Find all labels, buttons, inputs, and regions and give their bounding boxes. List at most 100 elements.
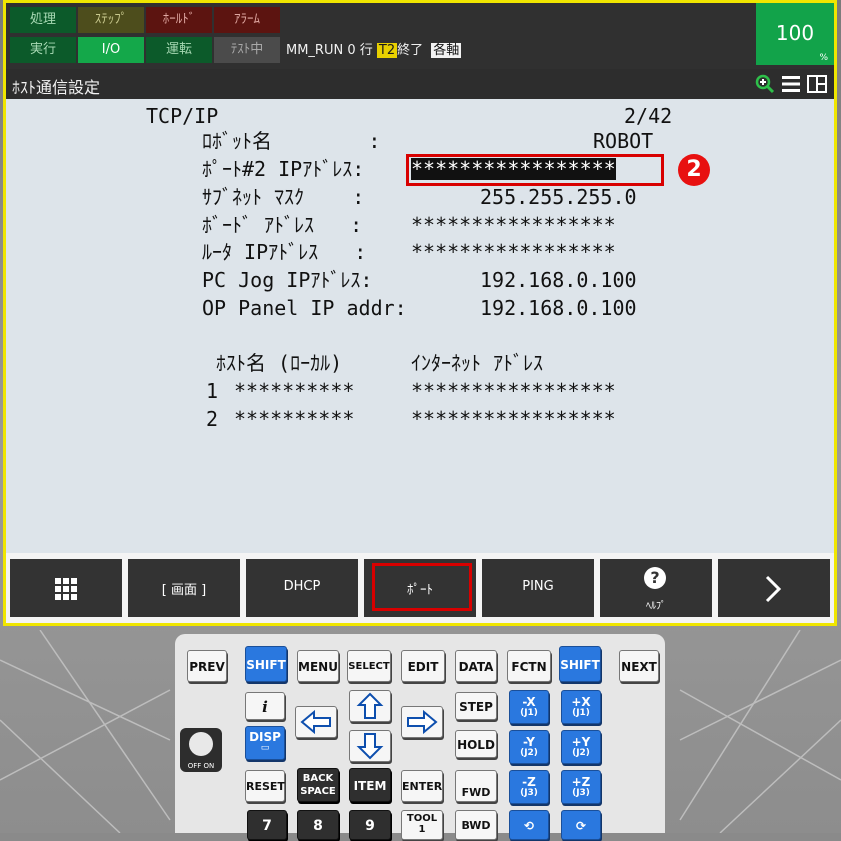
tool-number: 1 xyxy=(418,824,426,835)
jog-plus-x-key[interactable]: +X (J1) xyxy=(561,690,601,724)
tool-1-key[interactable]: TOOL 1 xyxy=(401,810,443,840)
numpad-7-key[interactable]: 7 xyxy=(247,810,287,840)
fkey-screen[interactable]: [ 画面 ] xyxy=(128,559,240,617)
host-row-address[interactable]: ***************** xyxy=(411,380,616,402)
reset-key[interactable]: RESET xyxy=(245,770,285,802)
jog-minus-x-label: -X xyxy=(522,695,536,709)
title-icons xyxy=(754,73,828,95)
fkey-next-page[interactable] xyxy=(718,559,830,617)
coord-system: 各軸 xyxy=(431,43,462,58)
zoom-in-icon[interactable] xyxy=(754,73,776,95)
shift-key-right[interactable]: SHIFT xyxy=(559,646,601,682)
status-hold: ﾎｰﾙﾄﾞ xyxy=(146,7,212,33)
fkey-app-menu[interactable] xyxy=(10,559,122,617)
host-row-name[interactable]: ********** xyxy=(234,408,354,430)
program-state: 終了 xyxy=(397,43,424,58)
split-window-icon: ▭ xyxy=(260,743,270,753)
status-step: ｽﾃｯﾌﾟ xyxy=(78,7,144,33)
status-fault: ｱﾗｰﾑ xyxy=(214,7,280,33)
jog-j2-label: (J2) xyxy=(572,748,590,758)
fkey-dhcp[interactable]: DHCP xyxy=(246,559,358,617)
teach-pendant-enable-switch[interactable]: OFF ON xyxy=(180,728,222,772)
data-key[interactable]: DATA xyxy=(455,650,497,682)
bwd-key[interactable]: BWD xyxy=(455,810,497,840)
up-arrow-key[interactable] xyxy=(349,690,391,722)
shift-key-left[interactable]: SHIFT xyxy=(245,646,287,682)
fkey-help-label: ﾍﾙﾌﾟ xyxy=(646,601,666,612)
jog-minus-rx-key[interactable]: ⟲ xyxy=(509,810,549,840)
jog-j3-label: (J3) xyxy=(520,788,538,798)
right-arrow-key[interactable] xyxy=(401,706,443,738)
prev-key[interactable]: PREV xyxy=(187,650,227,682)
step-key[interactable]: STEP xyxy=(455,692,497,720)
fwd-label: FWD xyxy=(461,786,491,799)
jog-j1-label: (J1) xyxy=(572,708,590,718)
down-arrow-key[interactable] xyxy=(349,730,391,762)
field-value-board-address[interactable]: ***************** xyxy=(411,214,616,236)
host-row-number: 1 xyxy=(206,379,219,403)
disp-label: DISP xyxy=(249,730,281,744)
jog-plus-rx-key[interactable]: ⟳ xyxy=(561,810,601,840)
arrow-up-icon xyxy=(356,692,384,719)
space-label: SPACE xyxy=(300,786,336,797)
back-space-key[interactable]: BACK SPACE xyxy=(297,768,339,802)
field-label-router-ip: ﾙｰﾀ IPｱﾄﾞﾚｽ : xyxy=(202,240,367,264)
disp-key[interactable]: DISP ▭ xyxy=(245,726,285,760)
arrow-left-icon xyxy=(300,709,331,735)
jog-plus-y-label: +Y xyxy=(571,735,591,749)
info-key[interactable]: i xyxy=(245,692,285,720)
percent-icon: % xyxy=(819,53,828,63)
field-value-op-panel-ip[interactable]: 192.168.0.100 xyxy=(480,297,637,319)
field-label-op-panel-ip: OP Panel IP addr: xyxy=(202,296,407,320)
hold-key[interactable]: HOLD xyxy=(455,730,497,758)
highlight-box-port-ip xyxy=(406,154,664,186)
chevron-right-icon xyxy=(765,575,782,603)
numpad-8-key[interactable]: 8 xyxy=(297,810,339,840)
field-value-subnet[interactable]: 255.255.255.0 xyxy=(480,186,637,208)
host-row-name[interactable]: ********** xyxy=(234,380,354,402)
field-value-robot-name[interactable]: ROBOT xyxy=(593,130,653,152)
left-arrow-key[interactable] xyxy=(295,706,337,738)
status-io: I/O xyxy=(78,37,144,63)
protocol-label: TCP/IP xyxy=(146,104,219,128)
host-row-address[interactable]: ***************** xyxy=(411,408,616,430)
status-run: 実行 xyxy=(10,37,76,63)
field-value-pc-jog-ip[interactable]: 192.168.0.100 xyxy=(480,269,637,291)
select-key[interactable]: SELECT xyxy=(347,650,391,682)
fkey-help[interactable]: ? ﾍﾙﾌﾟ xyxy=(600,559,712,617)
annotation-badge-2: 2 xyxy=(678,154,710,186)
jog-minus-z-label: -Z xyxy=(522,775,536,789)
page-indicator: 2/42 xyxy=(624,104,673,128)
page-title: ﾎｽﾄ通信設定 xyxy=(12,78,101,97)
edit-key[interactable]: EDIT xyxy=(401,650,445,682)
fwd-key[interactable]: FWD xyxy=(455,770,497,802)
jog-minus-z-key[interactable]: -Z (J3) xyxy=(509,770,549,804)
status-busy: 処理 xyxy=(10,7,76,33)
enter-key[interactable]: ENTER xyxy=(401,770,443,802)
arrow-down-icon xyxy=(356,733,384,760)
item-key[interactable]: ITEM xyxy=(349,768,391,802)
grid-menu-icon xyxy=(55,578,77,600)
fkey-ping[interactable]: PING xyxy=(482,559,594,617)
jog-plus-y-key[interactable]: +Y (J2) xyxy=(561,730,601,764)
mode-badge: T2 xyxy=(376,43,398,58)
split-view-icon[interactable] xyxy=(806,73,828,95)
jog-j1-label: (J1) xyxy=(520,708,538,718)
fctn-key[interactable]: FCTN xyxy=(507,650,551,682)
jog-minus-x-key[interactable]: -X (J1) xyxy=(509,690,549,724)
host-row-number: 2 xyxy=(206,407,219,431)
jog-plus-x-label: +X xyxy=(571,695,591,709)
jog-plus-z-label: +Z xyxy=(571,775,591,789)
title-bar: ﾎｽﾄ通信設定 xyxy=(6,69,834,99)
field-label-port-ip: ﾎﾟｰﾄ#2 IPｱﾄﾞﾚｽ: xyxy=(202,157,365,181)
jog-plus-z-key[interactable]: +Z (J3) xyxy=(561,770,601,804)
menu-icon[interactable] xyxy=(780,73,802,95)
speed-override[interactable]: 100 % xyxy=(756,3,834,65)
menu-key[interactable]: MENU xyxy=(297,650,339,682)
fkey-ping-label: PING xyxy=(522,579,554,594)
field-value-router-ip[interactable]: ***************** xyxy=(411,241,616,263)
numpad-9-key[interactable]: 9 xyxy=(349,810,391,840)
jog-minus-y-key[interactable]: -Y (J2) xyxy=(509,730,549,764)
next-key[interactable]: NEXT xyxy=(619,650,659,682)
switch-knob-icon xyxy=(189,732,213,756)
